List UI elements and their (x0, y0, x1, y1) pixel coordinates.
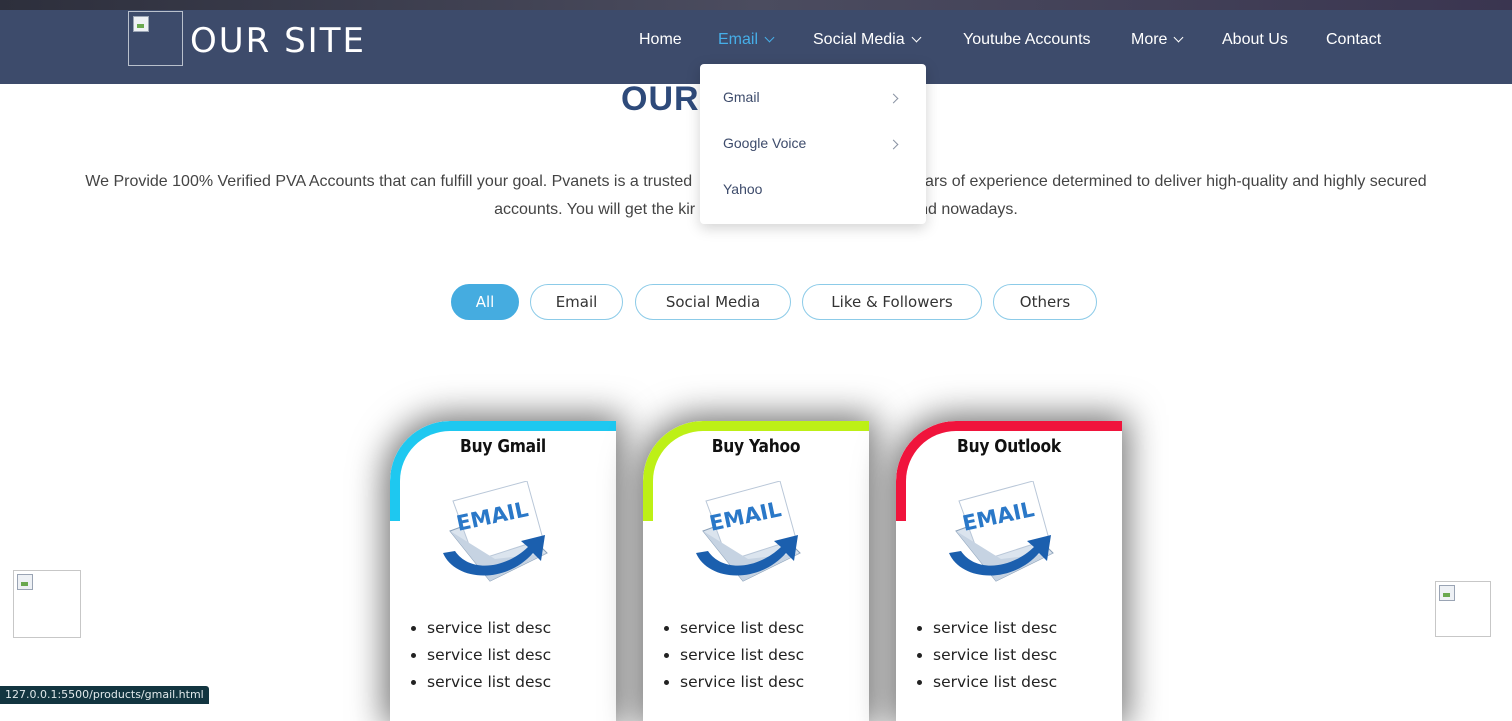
nav-youtube-accounts[interactable]: Youtube Accounts (963, 31, 1091, 49)
broken-image-icon (1439, 585, 1455, 601)
dropdown-item-yahoo[interactable]: Yahoo (723, 181, 762, 197)
nav-social-media[interactable]: Social Media (813, 31, 922, 49)
list-item: service list desc (933, 619, 1057, 646)
list-item: service list desc (933, 646, 1057, 673)
filter-like-followers[interactable]: Like & Followers (802, 284, 982, 320)
list-item: service list desc (427, 619, 551, 646)
product-card-gmail[interactable]: Buy Gmail EMAIL service list desc servic… (390, 421, 616, 721)
filter-others[interactable]: Others (993, 284, 1097, 320)
dropdown-item-google-voice[interactable]: Google Voice (723, 135, 806, 151)
logo-image[interactable] (128, 11, 183, 66)
card-title: Buy Outlook (957, 436, 1061, 457)
product-card-yahoo[interactable]: Buy Yahoo EMAIL service list desc servic… (643, 421, 869, 721)
chevron-right-icon (888, 93, 899, 104)
service-list: service list desc service list desc serv… (409, 619, 551, 700)
broken-image-icon (17, 574, 33, 590)
list-item: service list desc (680, 619, 804, 646)
list-item: service list desc (427, 646, 551, 673)
card-title: Buy Yahoo (711, 436, 801, 457)
list-item: service list desc (680, 646, 804, 673)
list-item: service list desc (680, 673, 804, 700)
browser-top-strip (0, 0, 1512, 10)
chevron-down-icon (911, 32, 922, 43)
list-item: service list desc (933, 673, 1057, 700)
email-envelope-icon: EMAIL (443, 481, 548, 582)
section-title: OUR (621, 80, 700, 118)
chevron-right-icon (888, 139, 899, 150)
nav-contact[interactable]: Contact (1326, 31, 1381, 49)
chevron-down-icon (764, 32, 775, 43)
browser-status-bar: 127.0.0.1:5500/products/gmail.html (0, 686, 209, 704)
dropdown-item-gmail[interactable]: Gmail (723, 89, 760, 105)
nav-about-us[interactable]: About Us (1222, 31, 1288, 49)
nav-home[interactable]: Home (639, 31, 682, 49)
filter-email[interactable]: Email (530, 284, 623, 320)
nav-more[interactable]: More (1131, 31, 1184, 49)
nav-email[interactable]: Email (718, 31, 775, 49)
broken-image-icon (133, 16, 149, 32)
service-list: service list desc service list desc serv… (915, 619, 1057, 700)
card-title: Buy Gmail (460, 436, 546, 457)
right-side-image[interactable] (1435, 581, 1491, 637)
chevron-down-icon (1174, 32, 1184, 43)
filter-social-media[interactable]: Social Media (635, 284, 791, 320)
left-side-image[interactable] (13, 570, 81, 638)
service-list: service list desc service list desc serv… (662, 619, 804, 700)
email-envelope-icon: EMAIL (696, 481, 801, 582)
email-envelope-icon: EMAIL (949, 481, 1054, 582)
product-card-outlook[interactable]: Buy Outlook EMAIL service list desc serv… (896, 421, 1122, 721)
site-title[interactable]: OUR SITE (190, 21, 366, 61)
email-dropdown-menu: Gmail Google Voice Yahoo (700, 64, 926, 224)
filter-all[interactable]: All (451, 284, 519, 320)
list-item: service list desc (427, 673, 551, 700)
